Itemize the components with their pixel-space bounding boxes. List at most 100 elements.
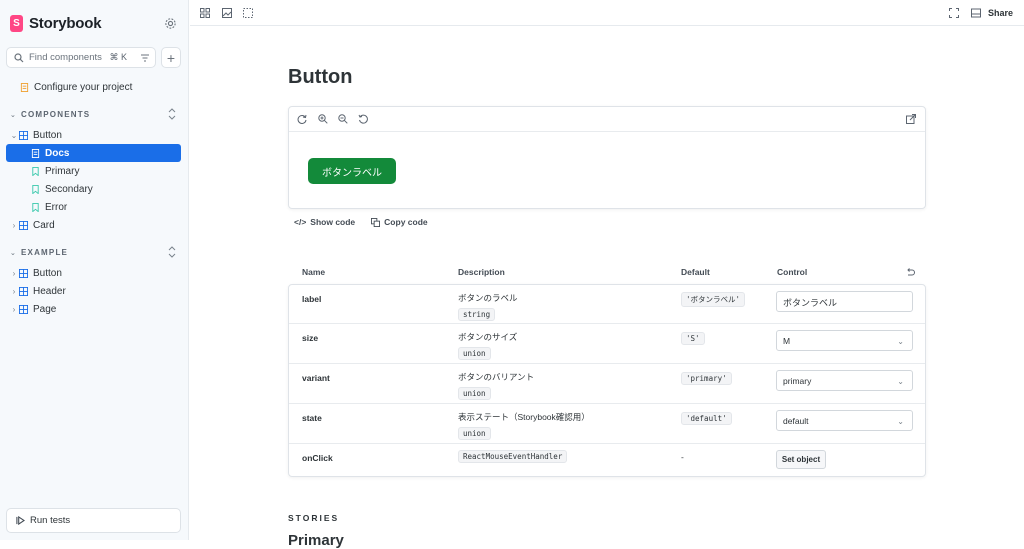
- search-shortcut: ⌘ K: [109, 52, 127, 62]
- sidebar-item-label: Button: [33, 267, 62, 279]
- size-select-value: M: [783, 336, 791, 346]
- copy-code-label: Copy code: [384, 217, 428, 227]
- document-icon: [31, 148, 40, 158]
- chevron-down-icon: ⌄: [897, 377, 904, 386]
- section-components[interactable]: ⌄ COMPONENTS: [10, 110, 90, 119]
- remount-icon[interactable]: [297, 114, 307, 124]
- table-row: onClick ReactMouseEventHandler - Set obj…: [289, 443, 925, 476]
- outline-icon[interactable]: [243, 8, 253, 18]
- component-icon: [19, 304, 28, 314]
- expand-collapse-icon[interactable]: [167, 108, 177, 120]
- filter-icon[interactable]: [140, 53, 150, 63]
- code-icon: </>: [294, 217, 307, 227]
- sidebar-item-label: Card: [33, 219, 55, 231]
- args-table: label ボタンのラベル string 'ボタンラベル' ボタンラベル size…: [288, 284, 926, 477]
- gear-icon[interactable]: [164, 17, 177, 30]
- label-textarea[interactable]: ボタンラベル: [776, 291, 913, 312]
- search-input[interactable]: Find components ⌘ K: [6, 47, 156, 68]
- document-icon: [20, 82, 29, 92]
- arg-default: 'S': [681, 330, 705, 345]
- arg-desc-text: ボタンのラベル: [458, 293, 518, 303]
- sidebar-item-label: Docs: [45, 147, 70, 159]
- image-icon[interactable]: [222, 8, 232, 18]
- sidebar-item-label: Page: [33, 303, 57, 315]
- fullscreen-icon[interactable]: [949, 8, 959, 18]
- arg-type: union: [458, 347, 491, 360]
- chevron-down-icon: ⌄: [897, 417, 904, 426]
- label-textarea-value: ボタンラベル: [783, 298, 838, 308]
- expand-collapse-icon[interactable]: [167, 246, 177, 258]
- arg-default: 'ボタンラベル': [681, 291, 746, 307]
- plus-icon: +: [166, 49, 176, 66]
- docs-page: Button ボタンラベル </> Show code Copy code Nam…: [190, 27, 1024, 549]
- arg-default-value: 'ボタンラベル': [681, 292, 746, 307]
- arg-description: ReactMouseEventHandler: [458, 446, 568, 463]
- chevron-down-icon: ⌄: [10, 111, 18, 119]
- zoom-in-icon[interactable]: [318, 114, 328, 124]
- stories-heading: STORIES: [288, 513, 340, 523]
- chevron-right-icon: ›: [12, 220, 16, 230]
- section-label: COMPONENTS: [21, 110, 91, 119]
- table-row: state 表示ステート（Storybook確認用） union 'default…: [289, 403, 925, 443]
- sidebar-item-label: Button: [33, 129, 62, 141]
- variant-select[interactable]: primary ⌄: [776, 370, 913, 391]
- preview-demo-button[interactable]: ボタンラベル: [308, 158, 396, 184]
- story-preview: ボタンラベル: [288, 106, 926, 209]
- copy-code-button[interactable]: Copy code: [371, 217, 428, 227]
- sidebar: S Storybook Find components ⌘ K + Config…: [0, 0, 189, 540]
- play-icon: [16, 516, 25, 525]
- share-button[interactable]: Share: [988, 8, 1013, 18]
- section-example[interactable]: ⌄ EXAMPLE: [10, 248, 68, 257]
- set-object-button[interactable]: Set object: [776, 450, 826, 469]
- sidebar-item-card[interactable]: › Card: [0, 216, 189, 234]
- sidebar-item-header[interactable]: › Header: [0, 282, 189, 300]
- open-new-tab-icon[interactable]: [906, 114, 916, 124]
- add-button[interactable]: +: [161, 47, 181, 68]
- reset-controls-icon[interactable]: [905, 267, 915, 277]
- chevron-right-icon: ›: [12, 286, 16, 296]
- sidebar-item-label: Primary: [45, 165, 80, 177]
- grid-icon[interactable]: [200, 8, 210, 18]
- sidebar-item-page[interactable]: › Page: [0, 300, 189, 318]
- sidebar-item-secondary[interactable]: Secondary: [0, 180, 189, 198]
- header-name: Name: [302, 267, 326, 277]
- header-description: Description: [458, 267, 505, 277]
- sidebar-item-button[interactable]: ⌄ Button: [0, 126, 189, 144]
- arg-default-value: 'S': [681, 332, 705, 345]
- show-code-button[interactable]: </> Show code: [294, 217, 355, 227]
- preview-toolbar: [289, 107, 925, 132]
- sidebar-item-primary[interactable]: Primary: [0, 162, 189, 180]
- panel-icon[interactable]: [971, 8, 981, 18]
- arg-default-value: -: [681, 452, 684, 462]
- zoom-out-icon[interactable]: [338, 114, 348, 124]
- sidebar-item-example-button[interactable]: › Button: [0, 264, 189, 282]
- reset-zoom-icon[interactable]: [358, 114, 368, 124]
- arg-name: state: [302, 413, 322, 423]
- arg-desc-text: ボタンのサイズ: [458, 332, 518, 342]
- arg-default: 'default': [681, 410, 732, 425]
- brand[interactable]: S Storybook: [10, 15, 102, 32]
- page-title: Button: [288, 66, 353, 88]
- table-row: label ボタンのラベル string 'ボタンラベル' ボタンラベル: [289, 285, 925, 325]
- table-row: variant ボタンのバリアント union 'primary' primary…: [289, 363, 925, 403]
- chevron-down-icon: ⌄: [10, 130, 18, 140]
- arg-description: ボタンのラベル string: [458, 292, 518, 321]
- arg-default-value: 'default': [681, 412, 732, 425]
- arg-type: union: [458, 387, 491, 400]
- chevron-right-icon: ›: [12, 304, 16, 314]
- arg-type: string: [458, 308, 496, 321]
- bookmark-icon: [32, 202, 39, 212]
- sidebar-item-label: Error: [45, 201, 68, 213]
- search-icon: [14, 52, 24, 62]
- top-toolbar: Share: [190, 0, 1024, 26]
- state-select-value: default: [783, 416, 809, 426]
- component-icon: [19, 286, 28, 296]
- run-tests-button[interactable]: Run tests: [6, 508, 181, 533]
- header-control: Control: [777, 267, 808, 277]
- size-select[interactable]: M ⌄: [776, 330, 913, 351]
- sidebar-item-configure[interactable]: Configure your project: [0, 78, 189, 96]
- state-select[interactable]: default ⌄: [776, 410, 913, 431]
- sidebar-item-error[interactable]: Error: [0, 198, 189, 216]
- arg-description: ボタンのバリアント union: [458, 371, 534, 400]
- sidebar-item-docs[interactable]: Docs: [6, 144, 181, 162]
